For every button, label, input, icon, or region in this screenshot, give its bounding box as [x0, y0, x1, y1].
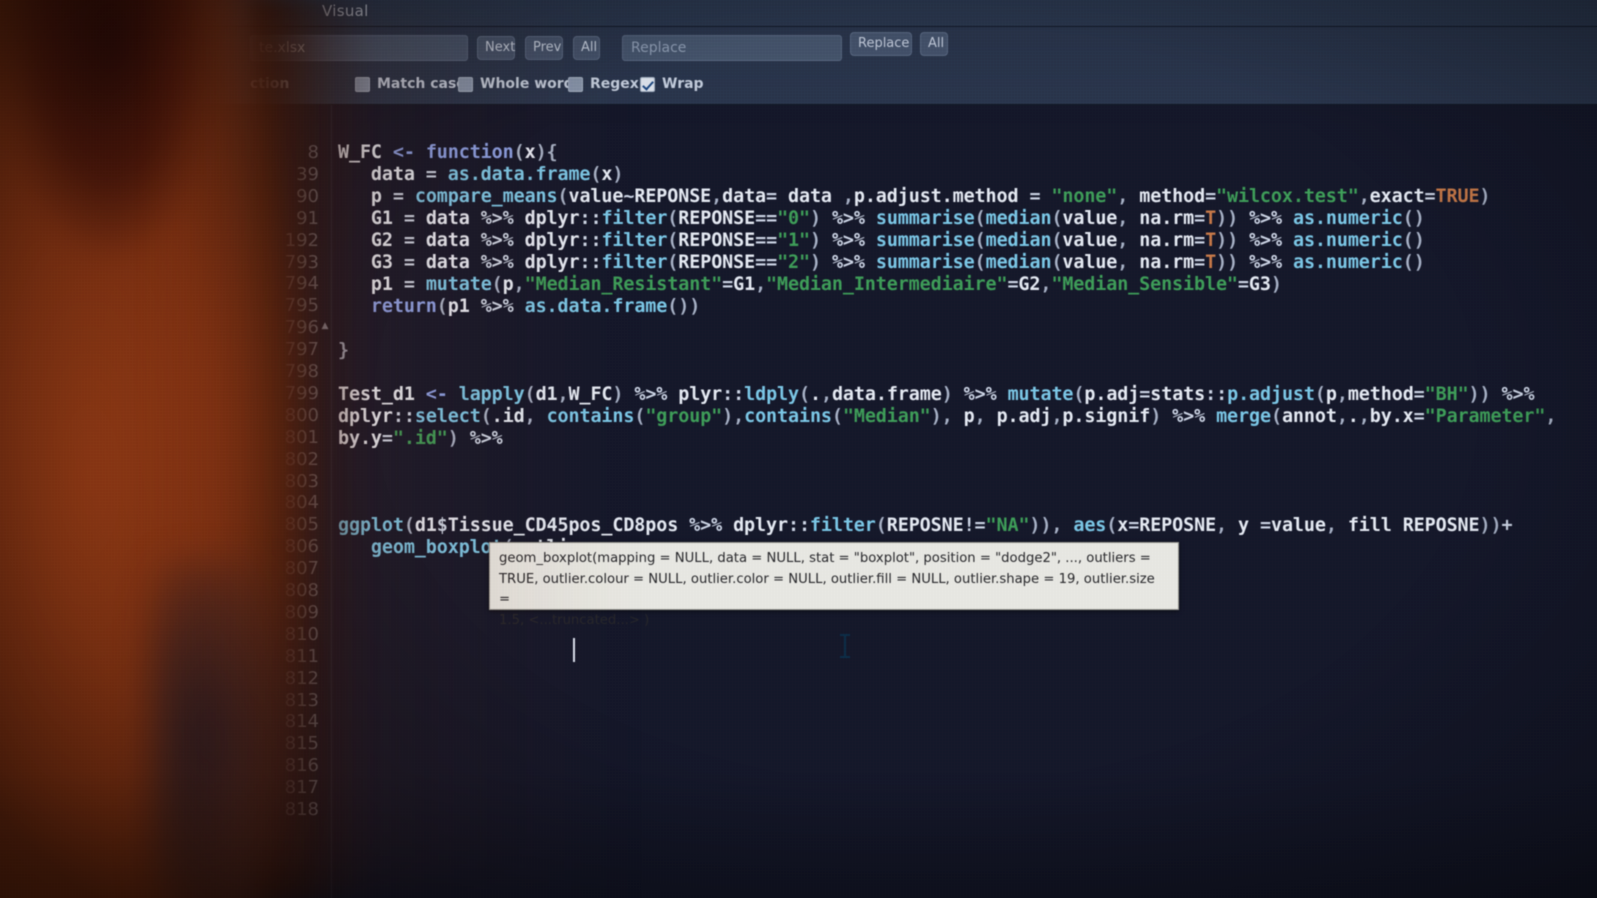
line-number: 799 [284, 382, 319, 404]
option-regex[interactable]: Regex [568, 73, 639, 95]
code-line[interactable]: W_FC <- function(x){ [338, 142, 558, 164]
option-regex-label: Regex [590, 76, 639, 92]
find-next-button[interactable]: Next [477, 36, 515, 60]
find-all-button[interactable]: All [573, 36, 600, 60]
find-replace-toolbar: te.xlsx Next Prev All Replace Replace Al… [0, 27, 1597, 105]
line-number: 794 [284, 273, 319, 295]
code-fold-icon[interactable]: ▲ [319, 320, 331, 332]
line-number: 818 [284, 799, 319, 820]
line-number: 807 [284, 558, 319, 580]
line-number: 803 [284, 470, 319, 492]
find-input[interactable]: te.xlsx [250, 35, 468, 61]
code-line[interactable]: by.y=".id") %>% [338, 428, 503, 450]
line-number: 812 [284, 667, 319, 689]
line-number-gutter: 8 39 90 91 192 793 794 795 796 ▲ 797 798 799 800 801 80… [0, 105, 332, 898]
checkbox-icon[interactable] [458, 76, 473, 92]
line-number: 817 [284, 777, 319, 799]
line-number: 801 [284, 426, 319, 448]
text-caret [573, 638, 575, 662]
option-wrap-label: Wrap [662, 76, 704, 92]
option-in-selection-label: ction [250, 76, 290, 92]
line-number: 814 [284, 711, 319, 733]
replace-button[interactable]: Replace [850, 32, 912, 56]
line-number: 793 [284, 251, 319, 273]
code-line[interactable]: return(p1 %>% as.data.frame()) [338, 296, 700, 318]
function-signature-tooltip: geom_boxplot(mapping = NULL, data = NULL… [489, 542, 1179, 628]
option-whole-word-label: Whole word [480, 76, 574, 92]
option-whole-word[interactable]: Whole word [458, 73, 574, 95]
line-number: 91 [296, 207, 319, 229]
code-line[interactable]: data = as.data.frame(x) [338, 164, 624, 186]
line-number: 808 [284, 580, 319, 601]
replace-input[interactable]: Replace [622, 35, 842, 61]
code-line[interactable]: G3 = data %>% dplyr::filter(REPONSE=="2"… [338, 252, 1425, 274]
line-number: 816 [284, 755, 319, 777]
line-number: 797 [284, 339, 319, 361]
line-number: 795 [284, 295, 319, 317]
line-number: 192 [284, 229, 319, 251]
code-line[interactable]: p = compare_means(value~REPONSE,data= da… [338, 186, 1491, 208]
editor-tabstrip: Visual [0, 0, 1597, 27]
code-line[interactable]: dplyr::select(.id, contains("group"),con… [338, 406, 1556, 428]
line-number: 805 [284, 514, 319, 536]
line-number: 798 [284, 361, 319, 382]
checkbox-icon[interactable] [568, 76, 583, 92]
code-editor[interactable]: 8 39 90 91 192 793 794 795 796 ▲ 797 798 799 800 801 80… [0, 105, 1597, 898]
line-number: 815 [284, 733, 319, 755]
code-line[interactable]: ggplot(d1$Tissue_CD45pos_CD8pos %>% dply… [338, 515, 1513, 537]
code-line[interactable]: } [338, 340, 349, 362]
photo-of-monitor: Visual te.xlsx Next Prev All Replace Rep… [0, 0, 1597, 898]
mouse-ibeam-cursor [839, 632, 851, 660]
code-line[interactable]: p1 = mutate(p,"Median_Resistant"=G1,"Med… [338, 274, 1282, 296]
line-number: 90 [296, 185, 319, 207]
code-text-area[interactable]: W_FC <- function(x){ data = as.data.fram… [332, 105, 1597, 898]
checkbox-checked-icon[interactable] [640, 76, 655, 92]
code-line[interactable]: G1 = data %>% dplyr::filter(REPONSE=="0"… [338, 208, 1425, 230]
replace-all-button[interactable]: All [920, 32, 948, 56]
find-prev-button[interactable]: Prev [525, 36, 563, 60]
line-number: 810 [284, 623, 319, 645]
checkbox-icon[interactable] [355, 76, 370, 92]
line-number: 39 [296, 163, 319, 185]
option-wrap[interactable]: Wrap [640, 73, 704, 95]
code-line[interactable]: G2 = data %>% dplyr::filter(REPONSE=="1"… [338, 230, 1425, 252]
option-in-selection[interactable]: ction [250, 73, 289, 95]
line-number: 806 [284, 536, 319, 558]
line-number: 809 [284, 601, 319, 623]
rstudio-editor-window: Visual te.xlsx Next Prev All Replace Rep… [0, 0, 1597, 898]
line-number: 811 [284, 645, 319, 667]
line-number: 802 [284, 448, 319, 470]
line-number: 800 [284, 404, 319, 426]
code-line[interactable]: Test_d1 <- lapply(d1,W_FC) %>% plyr::ldp… [338, 384, 1535, 406]
tab-visual[interactable]: Visual [322, 2, 369, 20]
line-number: 796 [284, 317, 319, 339]
option-match-case-label: Match case [377, 76, 466, 92]
option-match-case[interactable]: Match case [355, 73, 466, 95]
line-number: 813 [284, 689, 319, 711]
line-number: 804 [284, 492, 319, 514]
line-number: 8 [307, 142, 319, 163]
